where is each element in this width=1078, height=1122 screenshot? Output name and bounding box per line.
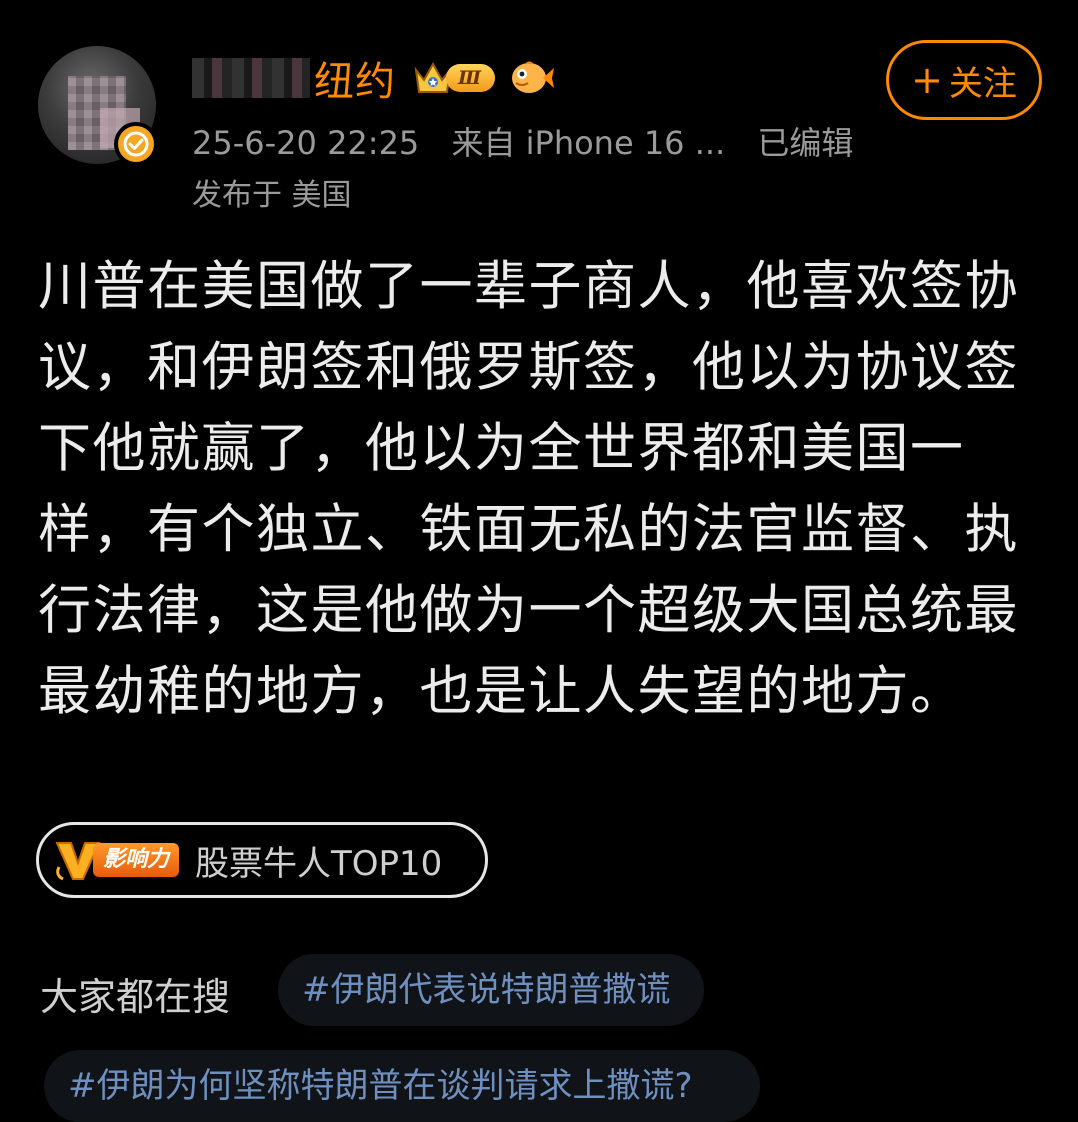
post-meta: 25-6-20 22:25 来自 iPhone 16 ... 已编辑	[192, 118, 875, 164]
plus-icon: +	[911, 58, 943, 102]
username[interactable]: 纽约	[314, 49, 396, 107]
trending-topic-chip[interactable]: #伊朗为何坚称特朗普在谈判请求上撒谎?	[44, 1050, 760, 1122]
post-source[interactable]: 来自 iPhone 16 ...	[451, 124, 725, 162]
influence-tag: 影响力	[93, 843, 180, 877]
fish-icon	[512, 61, 555, 93]
trending-label: 大家都在搜	[40, 975, 231, 1019]
username-mosaic	[192, 58, 310, 98]
post-location: 发布于 美国	[192, 178, 352, 213]
influence-label: 股票牛人TOP10	[195, 843, 443, 884]
trending-topic-chip[interactable]: #伊朗代表说特朗普撒谎	[278, 954, 704, 1026]
edited-label[interactable]: 已编辑	[757, 124, 853, 162]
influence-badge[interactable]: 影响力 股票牛人TOP10	[36, 822, 488, 898]
post-body: 川普在美国做了一辈子商人，他喜欢签协议，和伊朗签和俄罗斯签，他以为协议签下他就赢…	[38, 256, 1019, 722]
level-badge[interactable]: Ⅲ	[412, 58, 496, 98]
verified-icon	[114, 122, 158, 166]
post-timestamp: 25-6-20 22:25	[192, 124, 420, 162]
follow-label: 关注	[948, 63, 1017, 104]
follow-button[interactable]: + 关注	[886, 40, 1042, 120]
influence-icon-group: 影响力	[53, 838, 180, 882]
level-label: Ⅲ	[446, 64, 496, 92]
username-row: 纽约 Ⅲ	[192, 48, 555, 108]
